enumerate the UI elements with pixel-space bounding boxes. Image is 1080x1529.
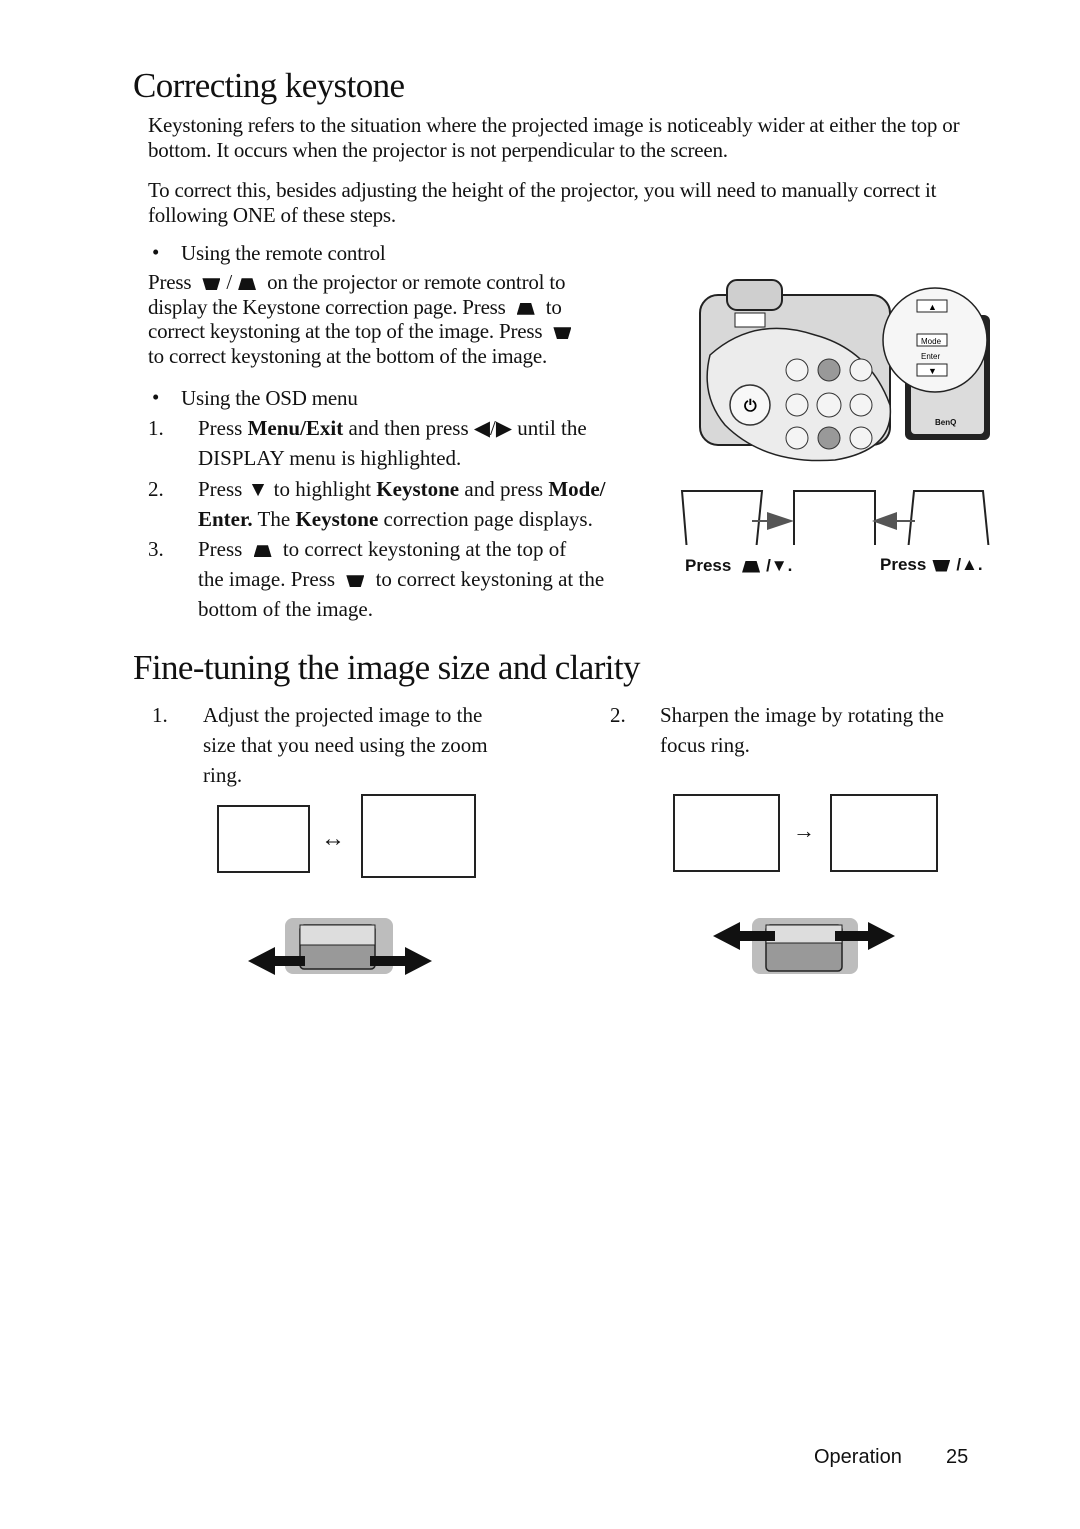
keystone-trapezoid-left [680, 490, 764, 545]
left-button [785, 393, 809, 417]
remote-heading: Using the remote control [181, 241, 386, 265]
auto-button [849, 358, 873, 382]
blank-button [785, 426, 809, 450]
zoom-large-image [361, 794, 476, 878]
arrow-right-icon [767, 512, 794, 530]
menu-exit-button [785, 358, 809, 382]
osd-step-2: Press ▼ to highlight Keystone and press … [198, 477, 606, 531]
ring-texture [765, 924, 843, 944]
svg-text:Mode: Mode [921, 337, 942, 346]
zoom-ring-illustration [248, 918, 432, 975]
up-keystone-button [817, 358, 841, 382]
keystone-top-key-icon [253, 545, 272, 558]
power-symbol: ⏻ [744, 398, 757, 415]
keystone-correction-diagram [680, 490, 990, 545]
keystone-bottom-key-icon [932, 559, 951, 572]
footer-section-name: Operation [814, 1446, 902, 1468]
section-title-keystone: Correcting keystone [133, 66, 405, 105]
keystone-top-key-icon [742, 560, 761, 573]
osd-heading: Using the OSD menu [181, 386, 358, 410]
corrected-image-rect [793, 490, 876, 545]
right-button [849, 393, 873, 417]
ring-texture [299, 924, 376, 946]
caption-right: Press/▲. [880, 555, 983, 574]
intro-paragraph-2: To correct this, besides adjusting the h… [148, 178, 937, 227]
bullet-osd: • [152, 385, 160, 409]
projector-remote-illustration: BenQ ⏻ ▲ Mode Enter ▼ [699, 279, 990, 462]
keystone-bottom-key-icon [553, 327, 572, 340]
osd-step-1: Press Menu/Exit and then press ◀/▶ until… [198, 416, 587, 470]
intro-paragraph-1: Keystoning refers to the situation where… [148, 113, 960, 162]
page-number: 25 [946, 1446, 969, 1468]
focus-sharp-image [830, 794, 938, 872]
keystone-bottom-key-icon [202, 278, 221, 291]
projector-focus-ring [734, 312, 766, 328]
source-button [849, 426, 873, 450]
double-arrow-icon: ↔ [321, 826, 345, 852]
remote-brand: BenQ [935, 418, 956, 427]
svg-text:▲: ▲ [928, 302, 937, 312]
projector-lens-housing [726, 279, 783, 311]
focus-blurred-image [673, 794, 780, 872]
keystone-top-key-icon [238, 278, 257, 291]
mode-enter-button [816, 392, 842, 418]
bullet-remote: • [152, 240, 160, 264]
down-keystone-button [817, 426, 841, 450]
remote-instructions: Press / on the projector or remote contr… [148, 270, 668, 368]
section-title-fine-tuning: Fine-tuning the image size and clarity [133, 648, 641, 687]
focus-ring-illustration [713, 918, 895, 974]
zoom-small-image [217, 805, 310, 873]
svg-text:Enter: Enter [921, 352, 940, 361]
osd-step-3: Press to correct keystoning at the top o… [198, 537, 605, 621]
keystone-bottom-key-icon [346, 575, 365, 588]
caption-left: Press /▼. [685, 556, 793, 575]
osd-steps: 1. Press Menu/Exit and then press ◀/▶ un… [148, 413, 668, 623]
svg-text:▼: ▼ [928, 366, 937, 376]
keystone-top-key-icon [516, 302, 535, 315]
arrow-right-icon: → [793, 818, 815, 843]
keystone-trapezoid-right [907, 490, 990, 545]
